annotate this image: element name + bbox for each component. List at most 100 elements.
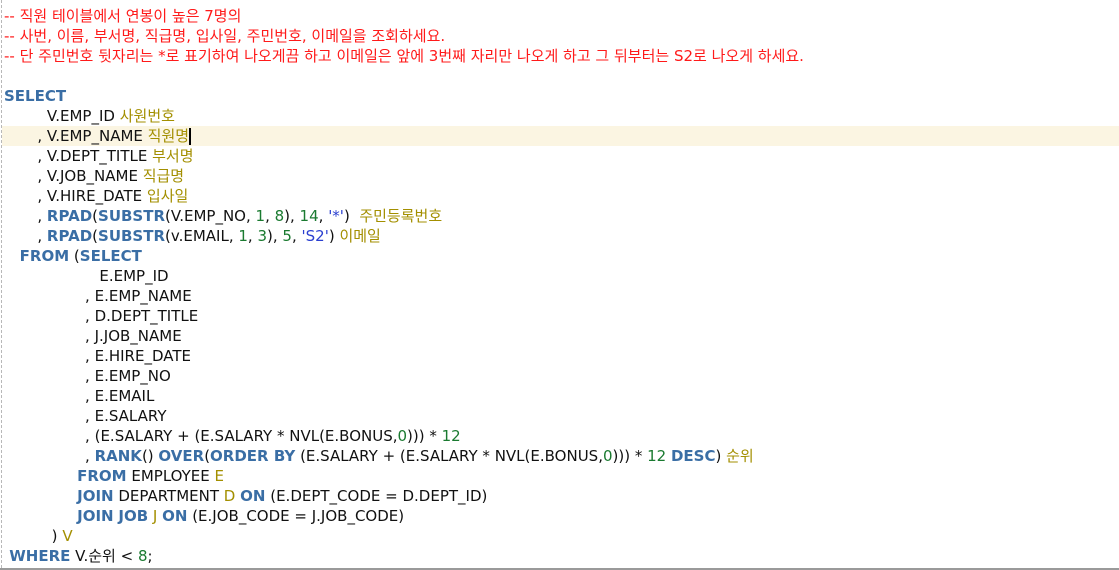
code-text: (v.EMAIL, xyxy=(165,227,239,245)
code-text: ))) * xyxy=(407,427,442,445)
code-text: ), xyxy=(284,207,300,225)
sql-comment: -- 단 주민번호 뒷자리는 *로 표기하여 나오게끔 하고 이메일은 앞에 3… xyxy=(4,47,804,65)
code-line[interactable] xyxy=(4,66,1119,86)
column-alias: D xyxy=(223,487,236,505)
code-line[interactable]: , V.JOB_NAME 직급명 xyxy=(4,166,1119,186)
sql-keyword: SELECT xyxy=(79,247,142,265)
sql-keyword: JOIN xyxy=(4,507,114,525)
sql-comment: -- 직원 테이블에서 연봉이 높은 7명의 xyxy=(4,7,242,25)
number-literal: 5 xyxy=(282,227,292,245)
code-text: E.EMP_ID xyxy=(4,267,169,285)
sql-keyword: RPAD xyxy=(46,207,93,225)
code-text: , E.HIRE_DATE xyxy=(4,347,191,365)
code-text: (V.EMP_NO, xyxy=(165,207,256,225)
code-line-current[interactable]: , V.EMP_NAME 직원명 xyxy=(2,126,1119,146)
code-line[interactable]: JOIN JOB J ON (E.JOB_CODE = J.JOB_CODE) xyxy=(4,506,1119,526)
code-line[interactable]: , D.DEPT_TITLE xyxy=(4,306,1119,326)
code-text: , xyxy=(318,207,329,225)
code-text: ) xyxy=(328,227,340,245)
sql-keyword: OVER xyxy=(158,447,205,465)
code-line[interactable]: V.EMP_ID 사원번호 xyxy=(4,106,1119,126)
number-literal: 1 xyxy=(238,227,248,245)
code-text: ) xyxy=(343,207,360,225)
number-literal: 3 xyxy=(257,227,268,245)
code-line[interactable]: FROM EMPLOYEE E xyxy=(4,466,1119,486)
sql-keyword: RANK xyxy=(94,447,142,465)
number-literal: 0 xyxy=(397,427,408,445)
code-text: (E.SALARY + (E.SALARY * NVL(E.BONUS, xyxy=(295,447,603,465)
sql-keyword: SELECT xyxy=(4,87,67,105)
code-line[interactable]: , (E.SALARY + (E.SALARY * NVL(E.BONUS,0)… xyxy=(4,426,1119,446)
code-line[interactable]: ) V xyxy=(4,526,1119,546)
code-line[interactable]: E.EMP_ID xyxy=(4,266,1119,286)
code-text: ), xyxy=(267,227,283,245)
code-text: , E.EMAIL xyxy=(4,387,155,405)
code-text: EMPLOYEE xyxy=(126,467,215,485)
column-alias: 주민등록번호 xyxy=(359,207,443,225)
code-line[interactable]: , RPAD(SUBSTR(v.EMAIL, 1, 3), 5, 'S2') 이… xyxy=(4,226,1119,246)
code-text: (E.DEPT_CODE = D.DEPT_ID) xyxy=(265,487,488,505)
code-text: ) xyxy=(4,527,63,545)
number-literal: 14 xyxy=(299,207,319,225)
sql-keyword: WHERE xyxy=(4,547,71,565)
code-line[interactable]: , J.JOB_NAME xyxy=(4,326,1119,346)
code-area[interactable]: -- 직원 테이블에서 연봉이 높은 7명의 -- 사번, 이름, 부서명, 직급… xyxy=(2,6,1119,566)
sql-keyword: SUBSTR xyxy=(98,207,166,225)
code-text: (E.JOB_CODE = J.JOB_CODE) xyxy=(187,507,405,525)
code-line[interactable]: , E.EMP_NAME xyxy=(4,286,1119,306)
code-line[interactable]: , V.DEPT_TITLE 부서명 xyxy=(4,146,1119,166)
sql-editor[interactable]: -- 직원 테이블에서 연봉이 높은 7명의 -- 사번, 이름, 부서명, 직급… xyxy=(0,0,1119,570)
code-line[interactable]: WHERE V.순위 < 8; xyxy=(4,546,1119,566)
code-text: , J.JOB_NAME xyxy=(4,327,182,345)
number-literal: 12 xyxy=(441,427,461,445)
code-text: , V.HIRE_DATE xyxy=(4,187,147,205)
number-literal: 12 xyxy=(647,447,667,465)
column-alias: 직원명 xyxy=(147,127,190,145)
code-text: , (E.SALARY + (E.SALARY * NVL(E.BONUS, xyxy=(4,427,398,445)
code-line[interactable]: SELECT xyxy=(4,86,1119,106)
code-line[interactable]: , V.HIRE_DATE 입사일 xyxy=(4,186,1119,206)
code-text: , xyxy=(4,207,47,225)
code-line[interactable]: -- 직원 테이블에서 연봉이 높은 7명의 xyxy=(4,6,1119,26)
code-line[interactable]: , E.EMP_NO xyxy=(4,366,1119,386)
code-line[interactable]: , E.HIRE_DATE xyxy=(4,346,1119,366)
column-alias: V xyxy=(62,527,73,545)
code-line[interactable]: , E.SALARY xyxy=(4,406,1119,426)
editor-gutter-margin xyxy=(1,0,2,568)
sql-keyword: ON xyxy=(240,487,266,505)
code-text: ) xyxy=(715,447,727,465)
code-text: , E.EMP_NO xyxy=(4,367,171,385)
sql-keyword: FROM xyxy=(4,467,127,485)
column-alias: 입사일 xyxy=(146,187,189,205)
string-literal: '*' xyxy=(328,207,344,225)
code-line[interactable]: , RPAD(SUBSTR(V.EMP_NO, 1, 8), 14, '*') … xyxy=(4,206,1119,226)
sql-keyword: FROM xyxy=(4,247,70,265)
column-alias: 이메일 xyxy=(339,227,381,245)
number-literal: 1 xyxy=(255,207,266,225)
code-text: , V.JOB_NAME xyxy=(4,167,143,185)
code-text: V.EMP_ID xyxy=(4,107,120,125)
sql-keyword: ORDER BY xyxy=(210,447,296,465)
code-text: , E.SALARY xyxy=(4,407,167,425)
code-line[interactable]: -- 사번, 이름, 부서명, 직급명, 입사일, 주민번호, 이메일을 조회하… xyxy=(4,26,1119,46)
code-line[interactable]: -- 단 주민번호 뒷자리는 *로 표기하여 나오게끔 하고 이메일은 앞에 3… xyxy=(4,46,1119,66)
code-text: , V.DEPT_TITLE xyxy=(4,147,153,165)
sql-keyword: DESC xyxy=(670,447,716,465)
column-alias: 사원번호 xyxy=(119,107,175,125)
code-text: , D.DEPT_TITLE xyxy=(4,307,199,325)
sql-keyword: RPAD xyxy=(46,227,93,245)
code-text: ( xyxy=(69,247,80,265)
code-text: , xyxy=(4,447,95,465)
code-line[interactable]: , E.EMAIL xyxy=(4,386,1119,406)
code-text: ; xyxy=(147,547,153,565)
text-cursor xyxy=(189,128,192,145)
sql-keyword: SUBSTR xyxy=(98,227,166,245)
code-line[interactable]: JOIN DEPARTMENT D ON (E.DEPT_CODE = D.DE… xyxy=(4,486,1119,506)
code-line[interactable]: FROM (SELECT xyxy=(4,246,1119,266)
code-text: , xyxy=(4,227,47,245)
number-literal: 0 xyxy=(602,447,613,465)
code-text: , xyxy=(291,227,302,245)
string-literal: 'S2' xyxy=(301,227,329,245)
code-line[interactable]: , RANK() OVER(ORDER BY (E.SALARY + (E.SA… xyxy=(4,446,1119,466)
column-alias: E xyxy=(214,467,225,485)
